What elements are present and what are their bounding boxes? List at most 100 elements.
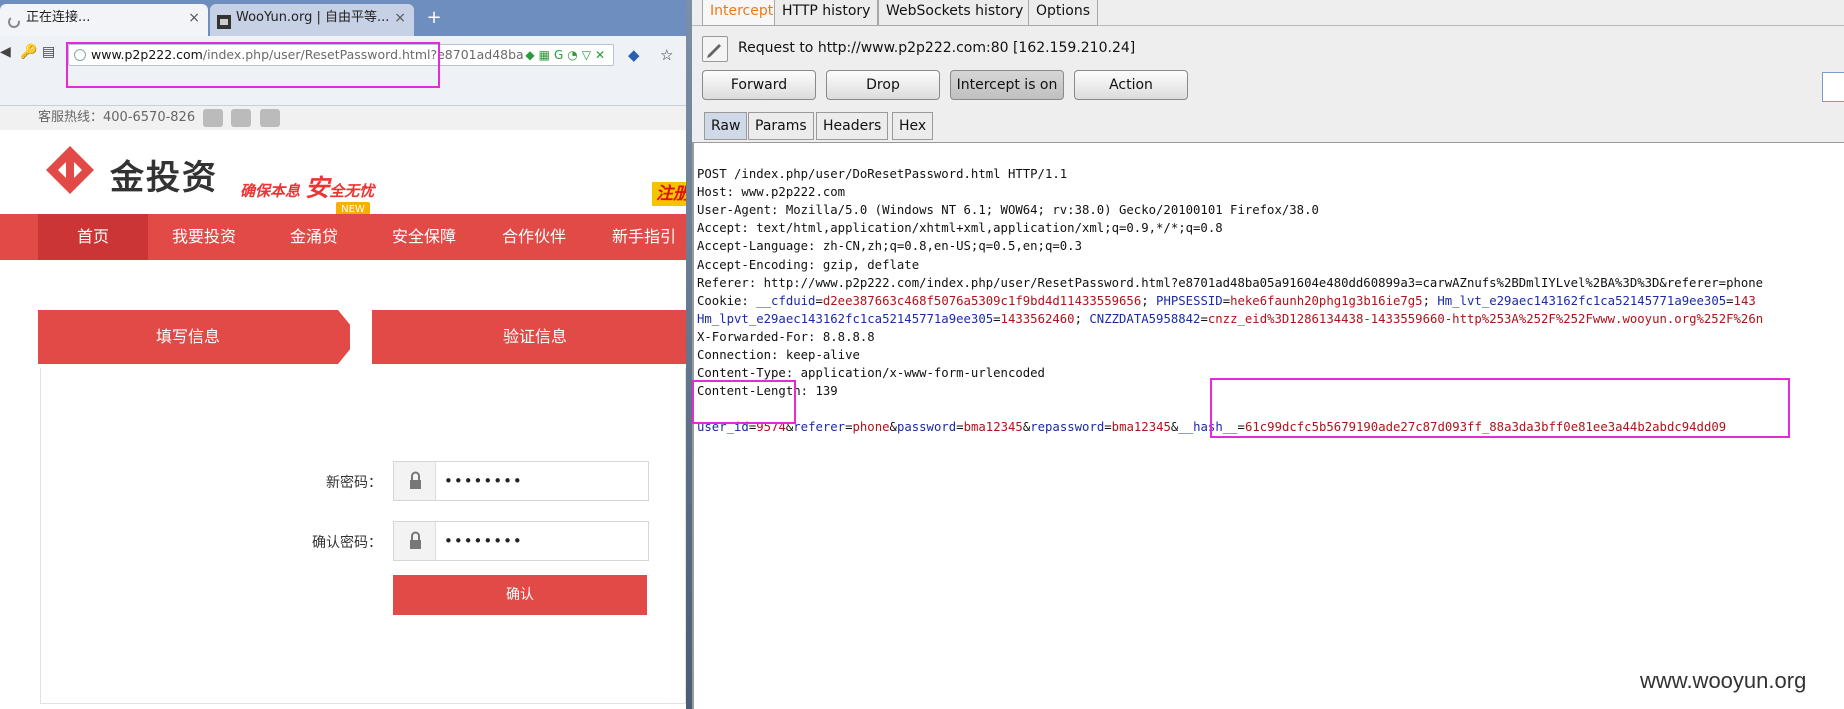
raw-request-pane[interactable]: POST /index.php/user/DoResetPassword.htm… (692, 142, 1844, 709)
omnibox-extension-icons[interactable]: ◆▦G◔▽✕ (525, 45, 609, 65)
url-path: /index.php/user/ResetPassword.html?e8701… (202, 47, 524, 62)
step-indicator: 填写信息 验证信息 (38, 310, 686, 364)
pencil-edit-icon[interactable] (702, 36, 728, 62)
close-icon[interactable]: × (188, 4, 200, 32)
new-password-value: •••••••• (444, 472, 523, 490)
tab-websockets-history[interactable]: WebSockets history (878, 0, 1032, 26)
slogan-big: 安 (305, 174, 330, 202)
nav-item-home[interactable]: 首页 (38, 214, 148, 260)
main-nav: 首页 我要投资 金涌贷 安全保障 合作伙伴 新手指引 (0, 214, 686, 260)
raw-line: Content-Type: application/x-www-form-url… (697, 366, 1045, 381)
cookie-key: CNZZDATA5958842 (1089, 311, 1201, 326)
subtab-hex[interactable]: Hex (892, 112, 934, 140)
tab-strip: 正在连接... × WooYun.org | 自由平等... × + (0, 0, 686, 36)
param-key: __hash__ (1178, 420, 1238, 435)
cookie-value: cnzz_eid%3D1286134438-1433559660-http%25… (1207, 311, 1764, 326)
cookie-value: heke6faunh20phg1g3b16ie7g5 (1230, 293, 1423, 308)
step-arrow-gap (350, 310, 372, 364)
tab-options[interactable]: Options (1028, 0, 1099, 26)
tab-loading[interactable]: 正在连接... × (0, 4, 208, 36)
cookie-key: __cfduid (756, 293, 816, 308)
weibo-icon[interactable] (231, 108, 252, 127)
hotline-bar: 客服热线：400-6570-826 (0, 106, 686, 130)
post-body: user_id=9574&referer=phone&password=bma1… (697, 420, 1727, 435)
folder-icon[interactable]: ▤ (42, 44, 55, 60)
cookie-line: Cookie: __cfduid=d2ee387663c468f5076a530… (697, 293, 1756, 308)
back-arrow-icon[interactable]: ◀ (0, 44, 11, 60)
raw-line: Connection: keep-alive (697, 348, 860, 363)
loading-spinner-icon (7, 12, 21, 28)
new-tab-button[interactable]: + (424, 4, 444, 32)
new-password-field[interactable]: •••••••• (393, 461, 649, 501)
param-value: bma12345 (1111, 420, 1171, 435)
raw-line: POST /index.php/user/DoResetPassword.htm… (697, 167, 1068, 182)
drop-button[interactable]: Drop (826, 70, 940, 100)
hotline-text: 客服热线：400-6570-826 (38, 110, 196, 125)
address-bar[interactable]: www.p2p222.com/index.php/user/ResetPassw… (68, 44, 614, 66)
nav-item-security[interactable]: 安全保障 (380, 214, 468, 260)
star-icon[interactable]: ☆ (660, 46, 673, 64)
intercept-toggle-button[interactable]: Intercept is on (950, 70, 1064, 100)
raw-line: Accept-Language: zh-CN,zh;q=0.8,en-US;q=… (697, 239, 1082, 254)
param-key: user_id (697, 420, 749, 435)
new-password-label: 新密码： (326, 475, 382, 491)
tab-title: WooYun.org | 自由平等... (236, 10, 390, 25)
url-domain: www.p2p222.com (91, 47, 203, 62)
nav-item-guide[interactable]: 新手指引 (600, 214, 686, 260)
subtab-raw[interactable]: Raw (704, 112, 748, 140)
nav-item-loan[interactable]: 金涌贷 (270, 214, 358, 260)
raw-line: Accept: text/html,application/xhtml+xml,… (697, 221, 1223, 236)
cookie-value: d2ee387663c468f5076a5309c1f9bd4d11433559… (822, 293, 1142, 308)
logo-mark-icon (46, 146, 94, 194)
globe-icon (74, 49, 86, 61)
param-value: phone (852, 420, 890, 435)
user-icon[interactable] (259, 108, 280, 127)
param-value: bma12345 (963, 420, 1023, 435)
raw-request-text: POST /index.php/user/DoResetPassword.htm… (697, 147, 1763, 473)
raw-line: X-Forwarded-For: 8.8.8.8 (697, 329, 875, 344)
lock-icon (394, 522, 436, 560)
cookie-prefix: Cookie: (697, 293, 757, 308)
param-key: referer (793, 420, 846, 435)
search-box[interactable] (1822, 72, 1844, 102)
cookie-line-2: Hm_lpvt_e29aec143162fc1ca52145771a9ee305… (697, 311, 1764, 326)
wechat-icon[interactable] (203, 108, 224, 127)
confirm-button[interactable]: 确认 (393, 575, 647, 615)
browser-window: 正在连接... × WooYun.org | 自由平等... × + ◀ 🔑 ▤… (0, 0, 686, 709)
lock-icon (394, 462, 436, 500)
watermark: www.wooyun.org (1640, 668, 1807, 693)
close-icon[interactable]: × (394, 4, 406, 32)
raw-line: Content-Length: 139 (697, 384, 838, 399)
subtab-headers[interactable]: Headers (816, 112, 889, 140)
tab-intercept[interactable]: Intercept (702, 0, 782, 26)
nav-item-invest[interactable]: 我要投资 (160, 214, 248, 260)
subtab-params[interactable]: Params (748, 112, 814, 140)
cookie-value: 143 (1733, 293, 1756, 308)
cookie-value: 1433562460 (1000, 311, 1075, 326)
register-tag[interactable]: 注册 (652, 182, 686, 206)
confirm-password-label: 确认密码： (312, 535, 382, 551)
request-target: Request to http://www.p2p222.com:80 [162… (738, 40, 1136, 56)
slogan-pre: 确保本息 (240, 182, 301, 200)
bird-extension-icon[interactable]: ◆ (628, 46, 640, 64)
tab-http-history[interactable]: HTTP history (774, 0, 879, 26)
cookie-key: PHPSESSID (1156, 293, 1223, 308)
nav-item-partners[interactable]: 合作伙伴 (490, 214, 578, 260)
burp-suite-window: Intercept HTTP history WebSockets histor… (692, 0, 1844, 709)
step-verify-info: 验证信息 (372, 310, 686, 364)
confirm-password-value: •••••••• (444, 532, 523, 550)
tab-title: 正在连接... (26, 10, 91, 25)
cookie-key: Hm_lpvt_e29aec143162fc1ca52145771a9ee305 (697, 311, 994, 326)
tab-wooyun[interactable]: WooYun.org | 自由平等... × (210, 4, 414, 36)
raw-line: Host: www.p2p222.com (697, 185, 846, 200)
action-button[interactable]: Action (1074, 70, 1188, 100)
param-key: repassword (1030, 420, 1105, 435)
param-value: 61c99dcfc5b5679190ade27c87d093ff_88a3da3… (1244, 420, 1727, 435)
browser-toolbar: ◀ 🔑 ▤ www.p2p222.com/index.php/user/Rese… (0, 36, 686, 106)
cookie-key: Hm_lvt_e29aec143162fc1ca52145771a9ee305 (1437, 293, 1727, 308)
confirm-password-field[interactable]: •••••••• (393, 521, 649, 561)
forward-button[interactable]: Forward (702, 70, 816, 100)
key-icon[interactable]: 🔑 (20, 44, 37, 60)
raw-line: User-Agent: Mozilla/5.0 (Windows NT 6.1;… (697, 203, 1319, 218)
